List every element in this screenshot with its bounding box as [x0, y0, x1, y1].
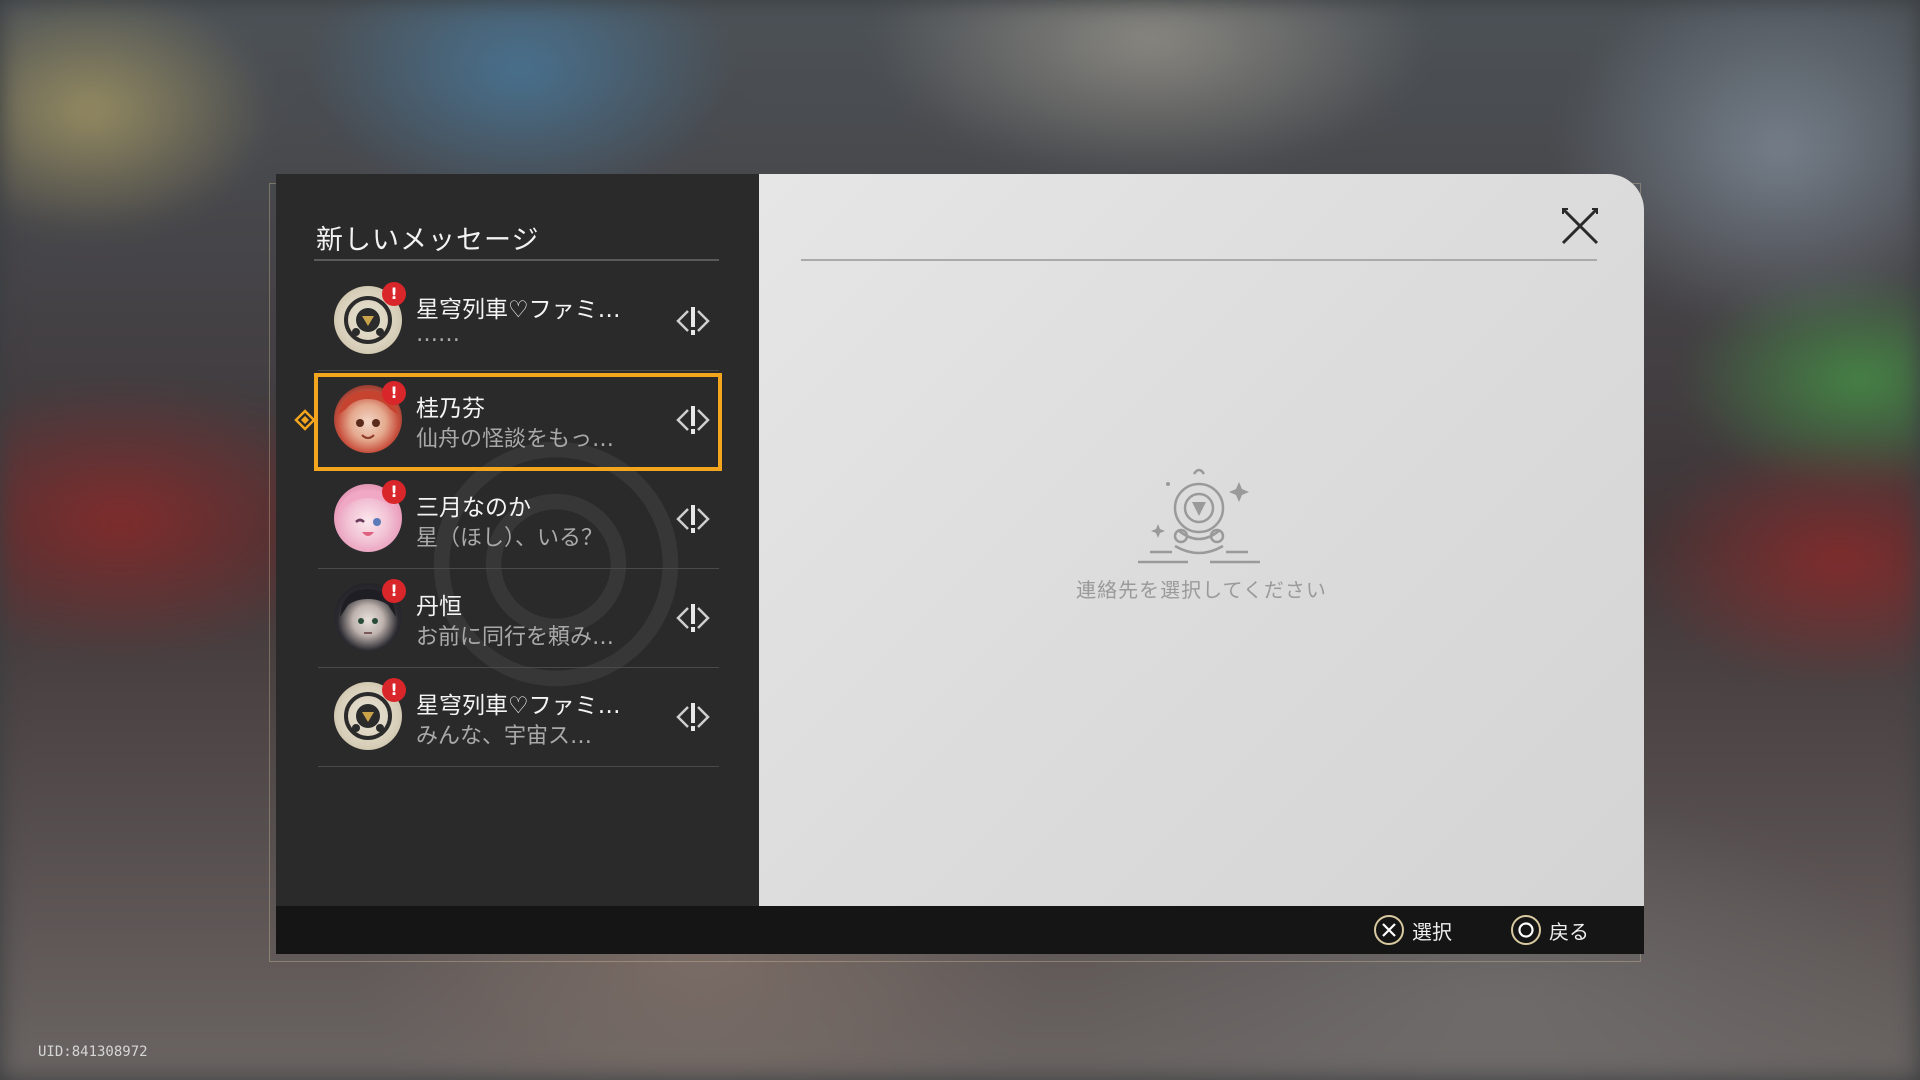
- conversation-item[interactable]: ! 三月なのか 星（ほし）、いる？: [318, 470, 719, 569]
- bottom-hint-bar: 選択 戻る: [276, 906, 1644, 954]
- back-hint[interactable]: 戻る: [1511, 914, 1589, 946]
- title-divider: [314, 259, 719, 261]
- contact-name: 星穹列車♡ファミ…: [416, 297, 621, 323]
- player-uid: UID:841308972: [38, 1044, 148, 1060]
- message-detail-panel: 連絡先を選択してください: [759, 174, 1644, 906]
- close-icon[interactable]: [1560, 206, 1600, 246]
- unread-badge: !: [382, 579, 406, 603]
- contact-list-panel: 新しいメッセージ ! 星穹列車♡ファミ… …… ! 桂乃芬 仙舟の怪談をもっ… …: [276, 174, 759, 906]
- conversation-item-selected[interactable]: ! 桂乃芬 仙舟の怪談をもっ…: [294, 371, 722, 471]
- circle-button-icon: [1511, 915, 1541, 945]
- conversation-item[interactable]: ! 星穹列車♡ファミ… みんな、宇宙ス…: [318, 668, 719, 767]
- cross-button-icon: [1374, 915, 1404, 945]
- message-preview: みんな、宇宙ス…: [416, 724, 593, 749]
- message-panel: 新しいメッセージ ! 星穹列車♡ファミ… …… ! 桂乃芬 仙舟の怪談をもっ… …: [276, 174, 1644, 954]
- unread-badge: !: [382, 282, 406, 306]
- empty-state-text: 連絡先を選択してください: [1076, 578, 1327, 602]
- message-preview: お前に同行を頼み…: [416, 625, 615, 650]
- message-alert-icon: [676, 505, 710, 533]
- message-preview: 仙舟の怪談をもっ…: [416, 427, 615, 452]
- unread-badge: !: [382, 480, 406, 504]
- select-hint-label: 選択: [1412, 919, 1452, 944]
- contact-name: 桂乃芬: [416, 396, 485, 422]
- select-hint[interactable]: 選択: [1374, 914, 1452, 946]
- back-hint-label: 戻る: [1549, 919, 1589, 944]
- contact-name: 星穹列車♡ファミ…: [416, 693, 621, 719]
- conversation-item[interactable]: ! 星穹列車♡ファミ… ……: [318, 272, 719, 371]
- message-alert-icon: [676, 703, 710, 731]
- unread-badge: !: [382, 381, 406, 405]
- message-alert-icon: [676, 604, 710, 632]
- message-preview: ……: [416, 322, 460, 347]
- contact-name: 丹恒: [416, 594, 462, 620]
- page-title: 新しいメッセージ: [316, 225, 540, 256]
- train-placeholder-icon: [1138, 468, 1260, 564]
- message-alert-icon: [676, 307, 710, 335]
- message-preview: 星（ほし）、いる？: [416, 526, 604, 551]
- detail-divider: [801, 259, 1597, 261]
- unread-badge: !: [382, 678, 406, 702]
- conversation-list: ! 星穹列車♡ファミ… …… ! 桂乃芬 仙舟の怪談をもっ… ! 三月なのか 星…: [294, 272, 722, 767]
- message-alert-icon: [676, 406, 710, 434]
- selection-cursor-icon: [294, 409, 316, 431]
- contact-name: 三月なのか: [416, 495, 531, 521]
- conversation-item[interactable]: ! 丹恒 お前に同行を頼み…: [318, 569, 719, 668]
